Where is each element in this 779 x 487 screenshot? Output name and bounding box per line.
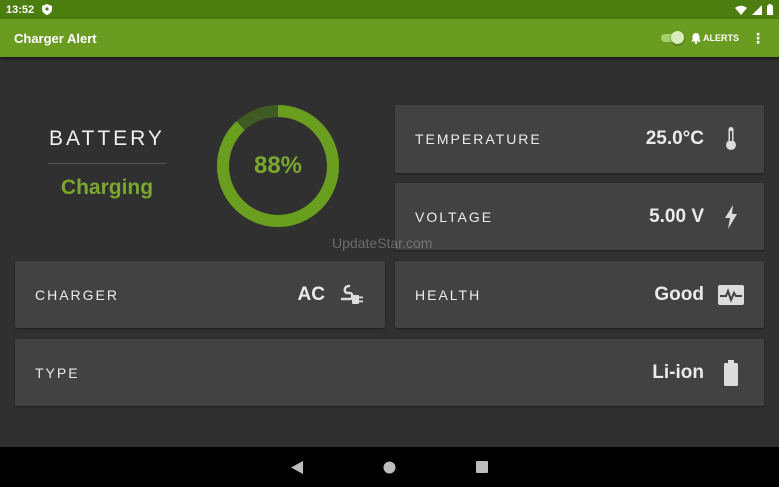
home-icon[interactable] xyxy=(383,461,396,474)
temperature-value: 25.0°C xyxy=(645,128,704,149)
wifi-icon xyxy=(735,5,747,15)
charger-value: AC xyxy=(297,283,325,305)
app-title: Charger Alert xyxy=(14,30,97,46)
charger-label: CHARGER xyxy=(35,286,120,303)
health-label: HEALTH xyxy=(415,286,482,303)
recents-icon[interactable] xyxy=(476,461,488,473)
more-vert-icon[interactable]: ⋮ xyxy=(747,30,765,47)
plug-icon xyxy=(339,282,365,308)
voltage-label: VOLTAGE xyxy=(415,208,494,225)
status-bar: 13:52 xyxy=(0,0,779,19)
battery-status: Charging xyxy=(60,176,154,199)
navigation-bar xyxy=(0,447,779,487)
alerts-button[interactable]: ALERTS xyxy=(691,32,739,44)
voltage-value: 5.00 V xyxy=(649,205,704,227)
type-value: Li-ion xyxy=(652,361,704,383)
shield-icon xyxy=(42,4,53,15)
battery-summary: BATTERY Charging xyxy=(40,127,174,200)
battery-icon xyxy=(718,359,744,386)
type-label: TYPE xyxy=(35,364,80,381)
voltage-card: VOLTAGE 5.00 V xyxy=(395,183,764,250)
back-icon[interactable] xyxy=(291,460,303,474)
temperature-card: TEMPERATURE 25.0°C xyxy=(395,105,764,173)
battery-divider xyxy=(48,163,166,164)
alerts-toggle[interactable] xyxy=(661,31,684,44)
bolt-icon xyxy=(718,204,744,230)
temperature-label: TEMPERATURE xyxy=(415,131,542,147)
heart-monitor-icon xyxy=(718,282,744,308)
type-card: TYPE Li-ion xyxy=(15,339,764,406)
alerts-label: ALERTS xyxy=(703,33,739,43)
battery-label: BATTERY xyxy=(49,127,165,150)
charger-card: CHARGER AC xyxy=(15,261,385,328)
bell-icon xyxy=(691,32,701,44)
watermark: UpdateStar.com xyxy=(332,235,433,251)
health-value: Good xyxy=(654,283,704,305)
battery-percent: 88% xyxy=(253,152,303,179)
app-bar: Charger Alert ALERTS ⋮ xyxy=(0,19,779,57)
signal-icon xyxy=(752,4,762,15)
main-content: BATTERY Charging 88% TEMPERATURE 25.0°C … xyxy=(0,57,779,447)
health-card: HEALTH Good xyxy=(395,261,764,328)
battery-status-icon xyxy=(767,4,773,15)
thermometer-icon xyxy=(718,126,744,152)
status-time: 13:52 xyxy=(6,3,35,16)
